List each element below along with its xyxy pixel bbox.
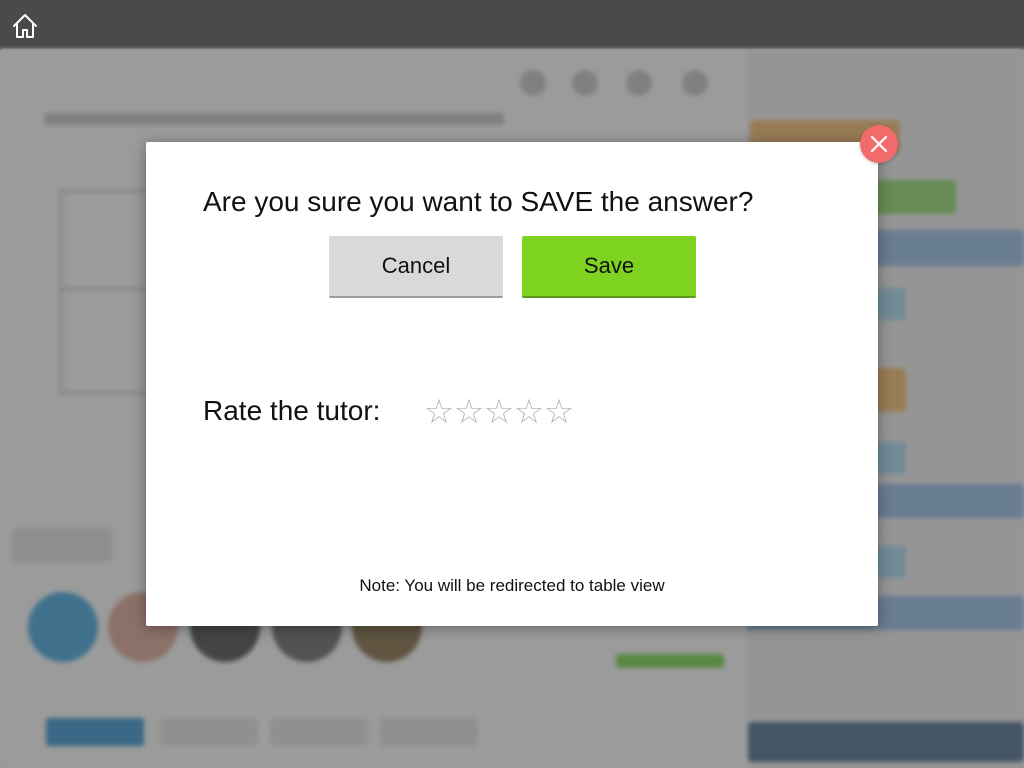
top-bar bbox=[0, 0, 1024, 50]
save-button[interactable]: Save bbox=[522, 236, 696, 298]
close-button[interactable] bbox=[860, 125, 898, 163]
star-5-icon[interactable]: ☆ bbox=[544, 392, 574, 432]
star-rating[interactable]: ☆ ☆ ☆ ☆ ☆ bbox=[424, 392, 574, 432]
cancel-button[interactable]: Cancel bbox=[329, 236, 503, 298]
star-3-icon[interactable]: ☆ bbox=[484, 392, 514, 432]
close-icon bbox=[870, 135, 888, 153]
save-confirm-dialog: Are you sure you want to SAVE the answer… bbox=[146, 142, 878, 626]
home-button[interactable] bbox=[10, 11, 40, 41]
star-4-icon[interactable]: ☆ bbox=[514, 392, 544, 432]
home-icon bbox=[13, 14, 37, 38]
dialog-title: Are you sure you want to SAVE the answer… bbox=[203, 186, 754, 217]
star-1-icon[interactable]: ☆ bbox=[424, 392, 454, 432]
star-2-icon[interactable]: ☆ bbox=[454, 392, 484, 432]
redirect-note: Note: You will be redirected to table vi… bbox=[359, 576, 665, 595]
rate-tutor-label: Rate the tutor: bbox=[203, 395, 381, 426]
